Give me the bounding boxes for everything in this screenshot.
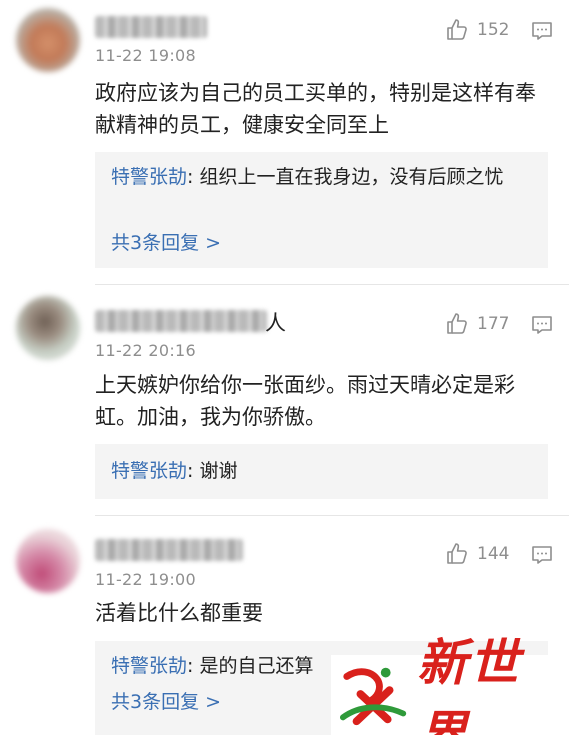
- reply-line: 特警张劼: 谢谢: [95, 444, 548, 487]
- view-more-replies-link[interactable]: 共3条回复 >: [95, 687, 221, 714]
- comment-bubble-icon[interactable]: [530, 543, 554, 567]
- reply-author[interactable]: 特警张劼: [111, 460, 187, 482]
- reply-separator: :: [187, 166, 200, 188]
- thumbs-up-icon: [447, 19, 467, 40]
- comment-bubble-icon[interactable]: [530, 313, 554, 337]
- comment-timestamp: 11-22 19:00: [95, 570, 196, 589]
- username-blurred[interactable]: [95, 310, 267, 332]
- view-more-replies-link[interactable]: 共3条回复 >: [95, 228, 221, 255]
- watermark-text: 新世界: [417, 633, 522, 735]
- reply-author[interactable]: 特警张劼: [111, 166, 187, 188]
- thumbs-up-icon: [447, 313, 467, 334]
- like-button[interactable]: 144: [445, 542, 509, 566]
- comment-timestamp: 11-22 20:16: [95, 341, 196, 360]
- comment-item: 人 11-22 20:16 177 上天嫉妒你给你一张面纱。雨过天晴必定是彩虹。…: [0, 284, 569, 515]
- reply-text: 组织上一直在我身边，没有后顾之忧: [199, 166, 504, 188]
- reply-box[interactable]: 特警张劼: 组织上一直在我身边，没有后顾之忧 共3条回复 >: [95, 152, 548, 268]
- comment-bubble-icon[interactable]: [530, 19, 554, 43]
- like-count: 177: [477, 314, 510, 334]
- reply-box[interactable]: 特警张劼: 谢谢: [95, 444, 548, 499]
- xinshijie-logo-icon: [339, 667, 407, 726]
- comment-text: 上天嫉妒你给你一张面纱。雨过天晴必定是彩虹。加油，我为你骄傲。: [95, 373, 515, 429]
- like-count: 144: [477, 544, 510, 564]
- avatar[interactable]: [16, 296, 80, 360]
- reply-line: 特警张劼: 组织上一直在我身边，没有后顾之忧: [95, 152, 548, 193]
- reply-separator: :: [187, 460, 200, 482]
- reply-text: 谢谢: [199, 460, 238, 482]
- comment-timestamp: 11-22 19:08: [95, 46, 196, 65]
- like-button[interactable]: 177: [445, 312, 509, 336]
- username-blurred[interactable]: [95, 539, 243, 561]
- avatar[interactable]: [16, 8, 80, 72]
- username-blurred[interactable]: [95, 16, 207, 38]
- comment-item: 11-22 19:08 152 政府应该为自己的员工买单的，特别是这样有奉献精神…: [0, 0, 569, 283]
- comment-text: 政府应该为自己的员工买单的，特别是这样有奉献精神的员工，健康安全同至上: [95, 81, 536, 137]
- reply-separator: :: [187, 655, 200, 677]
- watermark: 新世界: [331, 633, 569, 735]
- thumbs-up-icon: [447, 543, 467, 564]
- reply-author[interactable]: 特警张劼: [111, 655, 187, 677]
- like-count: 152: [477, 20, 510, 40]
- username-tail[interactable]: 人: [265, 307, 286, 337]
- avatar[interactable]: [16, 529, 80, 593]
- reply-text: 是的自己还算: [199, 655, 314, 677]
- like-button[interactable]: 152: [445, 18, 509, 42]
